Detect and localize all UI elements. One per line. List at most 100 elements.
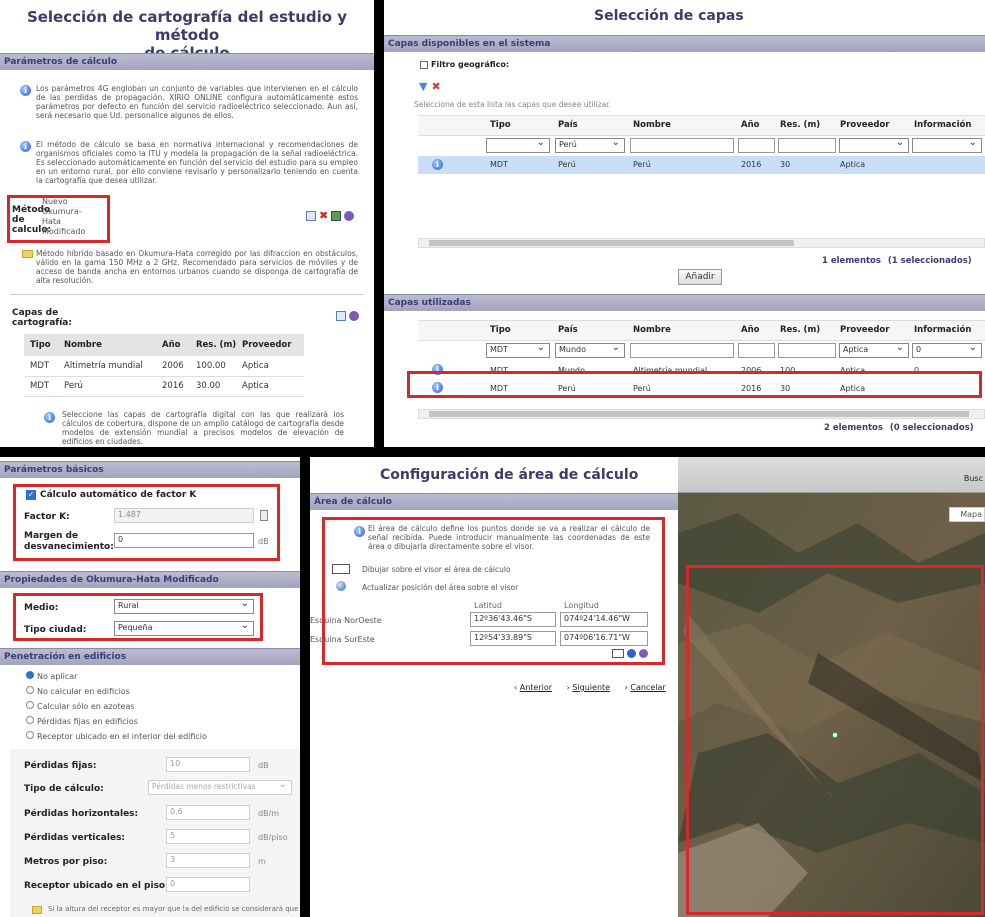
- horizontal-scrollbar[interactable]: [418, 238, 985, 248]
- filter-proveedor[interactable]: Aptica: [839, 342, 909, 358]
- count-2: 2 elementos (0 seleccionados): [824, 423, 974, 433]
- map-viewer[interactable]: Busc Mapa: [678, 457, 985, 917]
- info-icon: i: [20, 85, 31, 96]
- info-text-3: Seleccione las capas de cartografía digi…: [62, 410, 344, 446]
- layer-selection-panel: Selección de capas Capas disponibles en …: [384, 0, 985, 447]
- separator: [374, 0, 384, 450]
- filter-informacion[interactable]: 0: [912, 342, 982, 358]
- basic-params-panel: Parámetros básicos ✓ Cálculo automático …: [0, 457, 300, 917]
- highlight-metodo: [7, 195, 110, 243]
- cartography-panel: Selección de cartografía del estudio y m…: [0, 0, 374, 447]
- col-header: Proveedor: [242, 340, 292, 350]
- section-header-penetracion: Penetración en edificios: [0, 648, 300, 665]
- folder-icon: [22, 250, 33, 258]
- help-icon[interactable]: [349, 311, 359, 321]
- filter-row: MDT Mundo Aptica 0: [418, 341, 985, 361]
- prev-link[interactable]: ‹ Anterior: [514, 683, 552, 692]
- hint-text: Seleccione de esta lista las capas que d…: [414, 100, 611, 109]
- info-icon: i: [432, 159, 443, 170]
- table-row-selected[interactable]: i MDT Perú Perú 2016 30 Aptica: [418, 156, 985, 174]
- note-text: Si la altura del receptor es mayor que l…: [48, 905, 300, 913]
- method-description: Método híbrido basado en Okumura-Hata co…: [36, 249, 358, 285]
- info-text-2: El método de cálculo se basa en normativ…: [36, 140, 358, 185]
- edit-icon[interactable]: [331, 211, 342, 221]
- col-header: Res. (m): [196, 340, 237, 350]
- info-icon: i: [20, 141, 31, 152]
- horizontal-scrollbar[interactable]: [418, 409, 985, 419]
- geo-filter[interactable]: Filtro geográfico:: [420, 60, 509, 69]
- radio-interior[interactable]: Receptor ubicado en el interior del edif…: [26, 729, 207, 744]
- section-header-disponibles: Capas disponibles en el sistema: [384, 35, 985, 52]
- search-label[interactable]: Busc: [964, 474, 983, 483]
- section-header-parametros: Parámetros de cálculo: [0, 53, 374, 70]
- radio-no-aplicar[interactable]: No aplicar: [26, 669, 207, 684]
- capas-table: Tipo Nombre Año Res. (m) Proveedor MDT A…: [24, 334, 304, 397]
- filter-res[interactable]: [778, 343, 836, 358]
- delete-icon[interactable]: ✖: [319, 210, 328, 221]
- table-row[interactable]: MDT Perú 2016 30.00 Aptica: [24, 376, 304, 396]
- radio-icon: [26, 686, 34, 694]
- filter-proveedor[interactable]: [839, 137, 909, 153]
- separator: [0, 447, 985, 457]
- metros-input[interactable]: 3: [166, 853, 250, 868]
- calculation-area-rect: [686, 565, 984, 915]
- map-type-button[interactable]: Mapa: [949, 507, 985, 522]
- clear-filter-icon[interactable]: ✖: [431, 80, 440, 93]
- radio-icon: [26, 716, 34, 724]
- radio-azoteas[interactable]: Calcular sólo en azoteas: [26, 699, 207, 714]
- filter-nombre[interactable]: [630, 138, 734, 153]
- highlight-basic: [13, 484, 280, 561]
- filter-tipo[interactable]: MDT: [486, 342, 550, 358]
- section-header-okumura: Propiedades de Okumura-Hata Modificado: [0, 571, 300, 588]
- highlight-area: [322, 517, 665, 665]
- tipo-calculo-select[interactable]: Pérdidas menos restrictivas: [148, 779, 292, 795]
- add-button[interactable]: Añadir: [678, 269, 722, 285]
- filter-res[interactable]: [778, 138, 836, 153]
- list-icon[interactable]: [306, 211, 316, 221]
- receptor-input[interactable]: 0: [166, 877, 250, 892]
- filter-pais[interactable]: Perú: [555, 137, 625, 153]
- filter-anio[interactable]: [738, 138, 775, 153]
- info-text-1: Los parámetros 4G engloban un conjunto d…: [36, 84, 358, 120]
- horizontales-input[interactable]: 0.6: [166, 805, 250, 820]
- radio-selected-icon: [26, 671, 34, 679]
- wizard-nav: ‹ Anterior › Siguiente › Cancelar: [514, 683, 666, 692]
- highlight-row: [407, 371, 982, 398]
- help-icon[interactable]: [344, 211, 355, 221]
- fijas-input[interactable]: 10: [166, 757, 250, 772]
- funnel-icon[interactable]: ▼: [419, 80, 427, 93]
- filter-tools: ▼ ✖: [419, 80, 441, 93]
- table-row[interactable]: MDT Altimetría mundial 2006 100.00 Aptic…: [24, 356, 304, 376]
- filter-pais[interactable]: Mundo: [555, 342, 625, 358]
- folder-icon: [32, 906, 42, 914]
- separator: [300, 457, 310, 917]
- filter-row: Perú: [418, 136, 985, 156]
- area-config-panel: Configuración de área de cálculo Área de…: [310, 457, 678, 917]
- cancel-link[interactable]: › Cancelar: [625, 683, 666, 692]
- col-header: Año: [162, 340, 181, 350]
- filter-nombre[interactable]: [630, 343, 734, 358]
- radio-perdidas-fijas[interactable]: Pérdidas fijas en edificios: [26, 714, 207, 729]
- highlight-okumura: [13, 593, 263, 641]
- count-1: 1 elementos (1 seleccionados): [822, 256, 972, 266]
- filter-anio[interactable]: [738, 343, 775, 358]
- filter-informacion[interactable]: [912, 137, 982, 153]
- page-title: Selección de capas: [594, 8, 744, 24]
- verticales-input[interactable]: 5: [166, 829, 250, 844]
- available-table: Tipo País Nombre Año Res. (m) Proveedor …: [418, 115, 985, 251]
- radio-icon: [26, 701, 34, 709]
- scroll-thumb[interactable]: [429, 240, 794, 246]
- scroll-thumb[interactable]: [429, 411, 969, 417]
- radio-no-calcular[interactable]: No calcular en edificios: [26, 684, 207, 699]
- capas-toolbar: [336, 311, 359, 321]
- page-title: Configuración de área de cálculo: [380, 467, 639, 483]
- table-header: Tipo País Nombre Año Res. (m) Proveedor …: [418, 116, 985, 136]
- checkbox[interactable]: [420, 60, 428, 69]
- next-link[interactable]: › Siguiente: [567, 683, 610, 692]
- divider: [10, 294, 364, 295]
- info-icon: i: [44, 412, 55, 423]
- filter-tipo[interactable]: [486, 137, 550, 153]
- list-icon[interactable]: [336, 311, 346, 321]
- metodo-toolbar: ✖: [306, 210, 355, 221]
- col-header: Tipo: [30, 340, 51, 350]
